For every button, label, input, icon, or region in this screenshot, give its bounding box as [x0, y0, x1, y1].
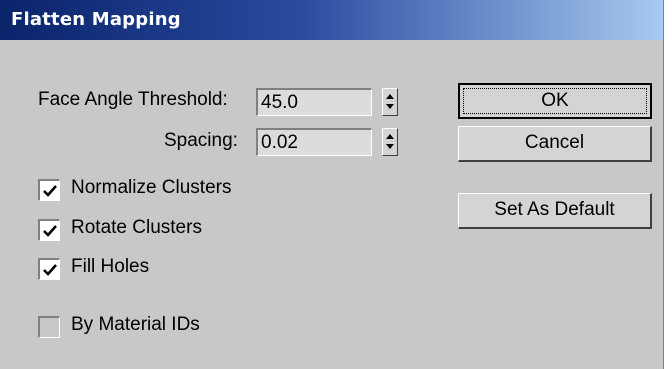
by-material-ids-label: By Material IDs: [71, 314, 200, 335]
title-bar[interactable]: Flatten Mapping: [0, 0, 663, 40]
fill-holes-checkbox[interactable]: [38, 258, 60, 280]
rotate-clusters-checkbox[interactable]: [38, 219, 60, 241]
normalize-clusters-label: Normalize Clusters: [71, 177, 232, 198]
flatten-mapping-dialog: Flatten Mapping Face Angle Threshold: Sp…: [0, 0, 664, 369]
spacing-label: Spacing:: [164, 130, 238, 151]
checkmark-icon: [43, 185, 57, 197]
cancel-button-label: Cancel: [524, 132, 585, 153]
dialog-title: Flatten Mapping: [11, 9, 181, 30]
rotate-clusters-label: Rotate Clusters: [71, 217, 202, 238]
spin-down-arrow-icon[interactable]: [386, 104, 394, 109]
cancel-button[interactable]: Cancel: [458, 126, 652, 162]
spin-up-arrow-icon[interactable]: [386, 94, 394, 99]
face-angle-threshold-input[interactable]: [258, 90, 370, 115]
spacing-field[interactable]: [256, 128, 372, 156]
spin-up-arrow-icon[interactable]: [386, 134, 394, 139]
ok-button[interactable]: OK: [458, 83, 652, 119]
spacing-spinner[interactable]: [382, 128, 398, 156]
spin-down-arrow-icon[interactable]: [386, 144, 394, 149]
ok-button-label: OK: [541, 90, 569, 111]
normalize-clusters-checkbox[interactable]: [38, 179, 60, 201]
face-angle-threshold-label: Face Angle Threshold:: [38, 89, 228, 110]
by-material-ids-checkbox[interactable]: [38, 316, 60, 338]
spacing-input[interactable]: [258, 130, 370, 155]
set-as-default-button-label: Set As Default: [494, 199, 615, 220]
face-angle-threshold-field[interactable]: [256, 88, 372, 116]
checkmark-icon: [43, 225, 57, 237]
fill-holes-label: Fill Holes: [71, 256, 150, 277]
set-as-default-button[interactable]: Set As Default: [458, 193, 652, 229]
checkmark-icon: [43, 264, 57, 276]
face-angle-threshold-spinner[interactable]: [382, 88, 398, 116]
